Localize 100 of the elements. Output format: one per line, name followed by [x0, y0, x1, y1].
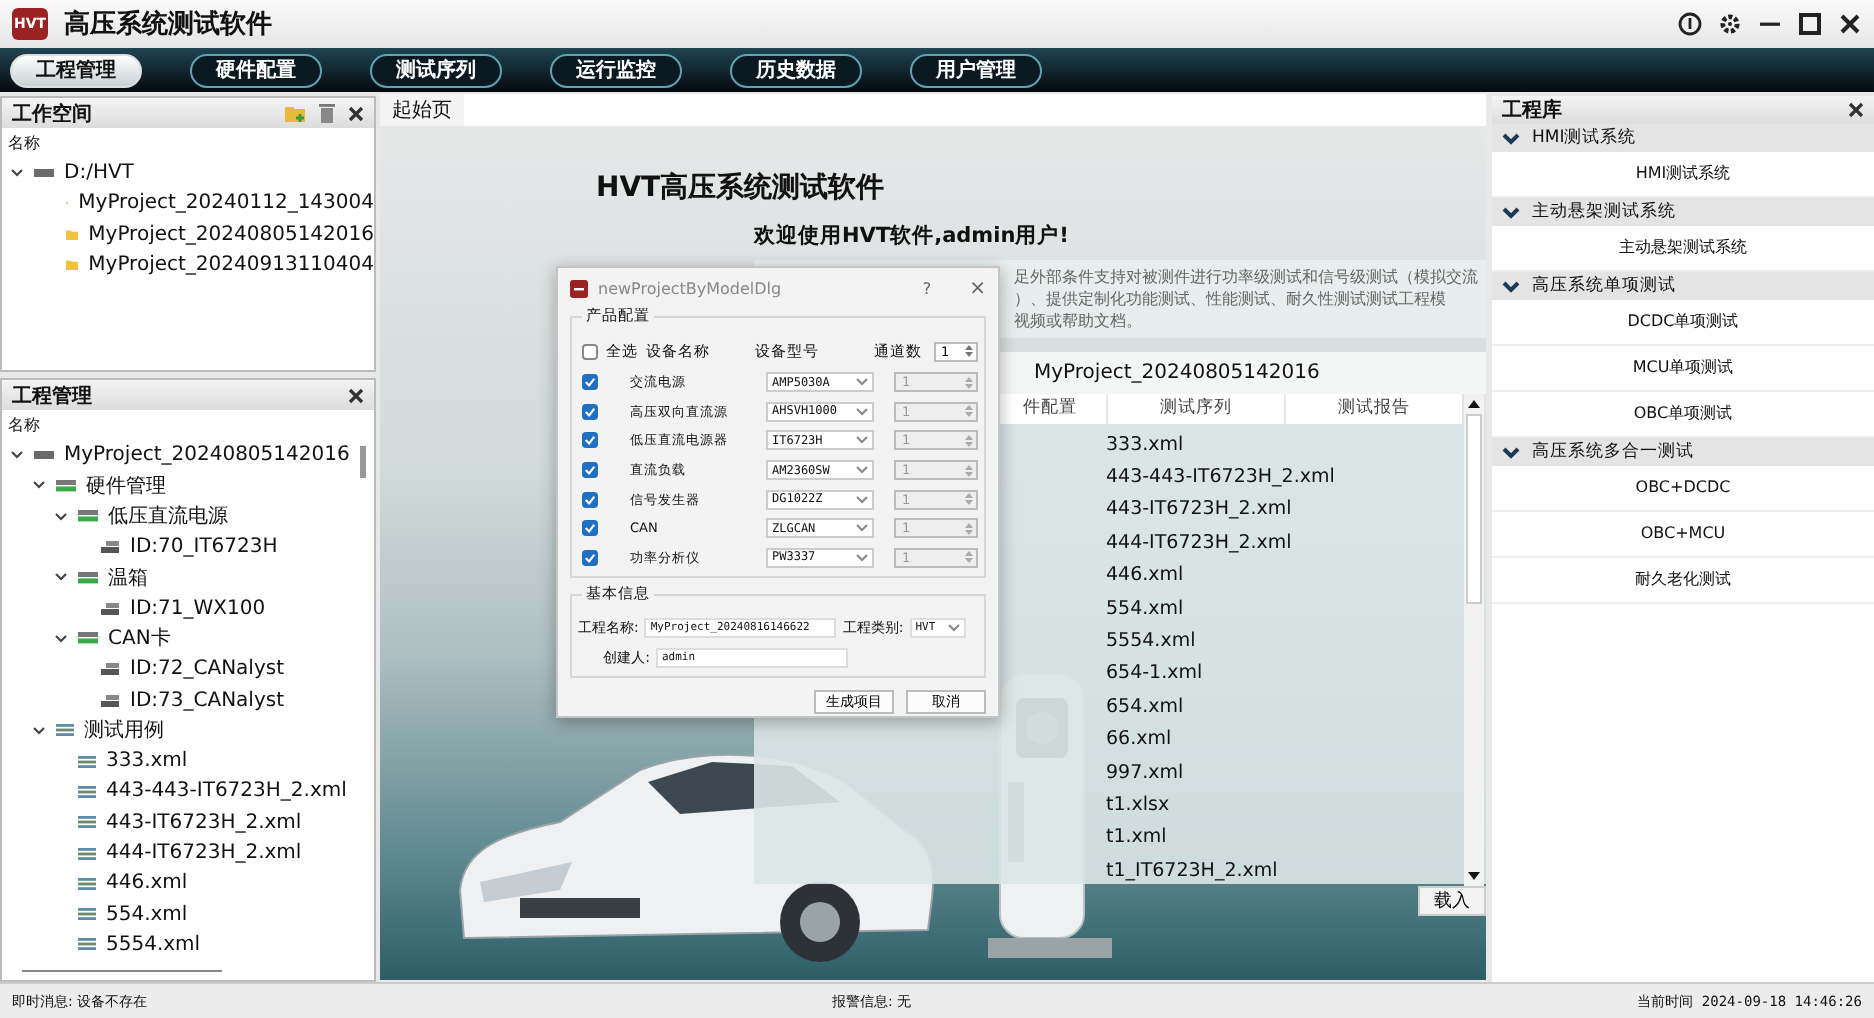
device-group-icon: [56, 479, 76, 492]
nav-tab[interactable]: 运行监控: [550, 53, 682, 87]
close-icon[interactable]: [1838, 12, 1862, 36]
tree-item[interactable]: ID:73_CANalyst: [130, 689, 285, 712]
description-line: 足外部条件支持对被测件进行功率级测试和信号级测试（模拟交流: [1014, 266, 1480, 288]
checkbox[interactable]: [582, 462, 598, 479]
tree-item[interactable]: MyProject_20240805142016: [88, 223, 374, 246]
tree-item[interactable]: MyProject_20240805142016: [64, 444, 350, 467]
caret-icon[interactable]: [10, 166, 24, 181]
close-button[interactable]: ×: [969, 277, 986, 299]
file-icon: [78, 938, 96, 951]
close-icon[interactable]: [1848, 102, 1864, 118]
library-item[interactable]: OBC+DCDC: [1492, 466, 1874, 512]
tree-item[interactable]: D:/HVT: [64, 162, 134, 185]
table-cell: 654-1.xml: [1106, 662, 1203, 685]
drive-icon: [34, 450, 54, 461]
close-icon[interactable]: [348, 387, 364, 403]
checkbox[interactable]: [582, 491, 598, 508]
file-icon: [78, 908, 96, 921]
caret-icon[interactable]: [10, 448, 24, 463]
section-title: 高压系统单项测试: [1532, 274, 1676, 298]
section-header[interactable]: 高压系统单项测试: [1492, 272, 1874, 300]
tree-item[interactable]: 443-443-IT6723H_2.xml: [106, 780, 347, 803]
tree-item[interactable]: MyProject_20240913110404: [88, 254, 374, 277]
tree-item[interactable]: MyProject_20240112_143004: [78, 192, 374, 215]
table-cell: 5554.xml: [1106, 630, 1196, 653]
scrollbar[interactable]: [22, 970, 222, 972]
device-icon: [100, 601, 120, 616]
checkbox[interactable]: [582, 343, 598, 359]
section-header[interactable]: HMI测试系统: [1492, 124, 1874, 152]
nav-tab[interactable]: 硬件配置: [190, 53, 322, 87]
checkbox[interactable]: [582, 520, 598, 537]
caret-icon[interactable]: [32, 478, 46, 493]
table-cell: 446.xml: [1106, 564, 1184, 587]
close-icon[interactable]: [348, 105, 364, 121]
tree-item[interactable]: 5554.xml: [106, 933, 201, 956]
scrollbar[interactable]: [360, 446, 366, 478]
library-item[interactable]: 耐久老化测试: [1492, 558, 1874, 604]
caret-icon: [856, 553, 868, 562]
file-icon: [78, 877, 96, 890]
library-item[interactable]: OBC+MCU: [1492, 512, 1874, 558]
spin-arrows-icon[interactable]: [963, 344, 974, 358]
library-item[interactable]: MCU单项测试: [1492, 346, 1874, 392]
table-cell: t1.xml: [1106, 826, 1167, 849]
welcome-title: HVT高压系统测试软件: [596, 170, 887, 206]
caret-icon: [856, 407, 868, 416]
nav-tab[interactable]: 用户管理: [910, 53, 1042, 87]
checkbox[interactable]: [582, 549, 598, 566]
tree-item[interactable]: 温箱: [108, 563, 148, 592]
tree-item[interactable]: ID:72_CANalyst: [130, 658, 285, 681]
table-cell: 554.xml: [1106, 597, 1184, 620]
tree-item[interactable]: 333.xml: [106, 750, 188, 773]
section-header[interactable]: 主动悬架测试系统: [1492, 198, 1874, 226]
library-item[interactable]: DCDC单项测试: [1492, 300, 1874, 346]
table-cell: 997.xml: [1106, 761, 1184, 784]
checkbox[interactable]: [582, 374, 598, 391]
column-header: 测试序列: [1159, 398, 1232, 418]
caret-icon[interactable]: [54, 631, 68, 646]
tree-item[interactable]: 444-IT6723H_2.xml: [106, 842, 302, 864]
app-logo-icon: [570, 279, 588, 297]
scroll-up-icon[interactable]: [1466, 398, 1482, 410]
tree-item[interactable]: 554.xml: [106, 903, 188, 926]
trash-icon[interactable]: [318, 102, 336, 124]
section-title: HMI测试系统: [1532, 126, 1637, 150]
checkbox[interactable]: [582, 403, 598, 420]
scrollbar[interactable]: [1464, 394, 1484, 887]
caret-icon: [856, 495, 868, 504]
tree-item[interactable]: 446.xml: [106, 872, 188, 895]
tree-item[interactable]: 测试用例: [84, 716, 164, 745]
section-header[interactable]: 高压系统多合一测试: [1492, 438, 1874, 466]
tree-item[interactable]: 低压直流电源: [108, 502, 228, 531]
caret-icon[interactable]: [54, 570, 68, 585]
device-group-icon: [78, 510, 98, 523]
file-icon: [78, 785, 96, 798]
load-button[interactable]: 载入: [1418, 886, 1486, 916]
tree-item[interactable]: ID:71_WX100: [130, 597, 266, 620]
maximize-icon[interactable]: [1798, 12, 1822, 36]
caret-icon: [947, 623, 960, 632]
caret-icon[interactable]: [54, 509, 68, 524]
checkbox[interactable]: [582, 432, 598, 449]
tree-item[interactable]: CAN卡: [108, 624, 171, 653]
tree-item[interactable]: 443-IT6723H_2.xml: [106, 811, 302, 834]
description-line: ）、提供定制化功能测试、性能测试、耐久性测试测试工程模: [1014, 288, 1448, 310]
nav-tab[interactable]: 历史数据: [730, 53, 862, 87]
table-cell: 444-IT6723H_2.xml: [1106, 531, 1292, 554]
tree-item[interactable]: 硬件管理: [86, 471, 166, 500]
settings-icon[interactable]: [1718, 12, 1742, 36]
table-cell: 443-443-IT6723H_2.xml: [1106, 466, 1335, 489]
caret-icon: [856, 466, 868, 475]
panel-title: 工程管理: [12, 383, 92, 409]
folder-add-icon[interactable]: [284, 102, 306, 124]
nav-tab[interactable]: 工程管理: [10, 53, 142, 87]
info-icon[interactable]: [1678, 12, 1702, 36]
tree-item[interactable]: ID:70_IT6723H: [130, 536, 278, 559]
column-header: 件配置: [1023, 398, 1078, 418]
help-button[interactable]: ?: [922, 279, 932, 297]
file-icon: [78, 816, 96, 829]
page-tab[interactable]: 起始页: [380, 94, 464, 126]
caret-icon[interactable]: [32, 723, 46, 738]
nav-tab[interactable]: 测试序列: [370, 53, 502, 87]
